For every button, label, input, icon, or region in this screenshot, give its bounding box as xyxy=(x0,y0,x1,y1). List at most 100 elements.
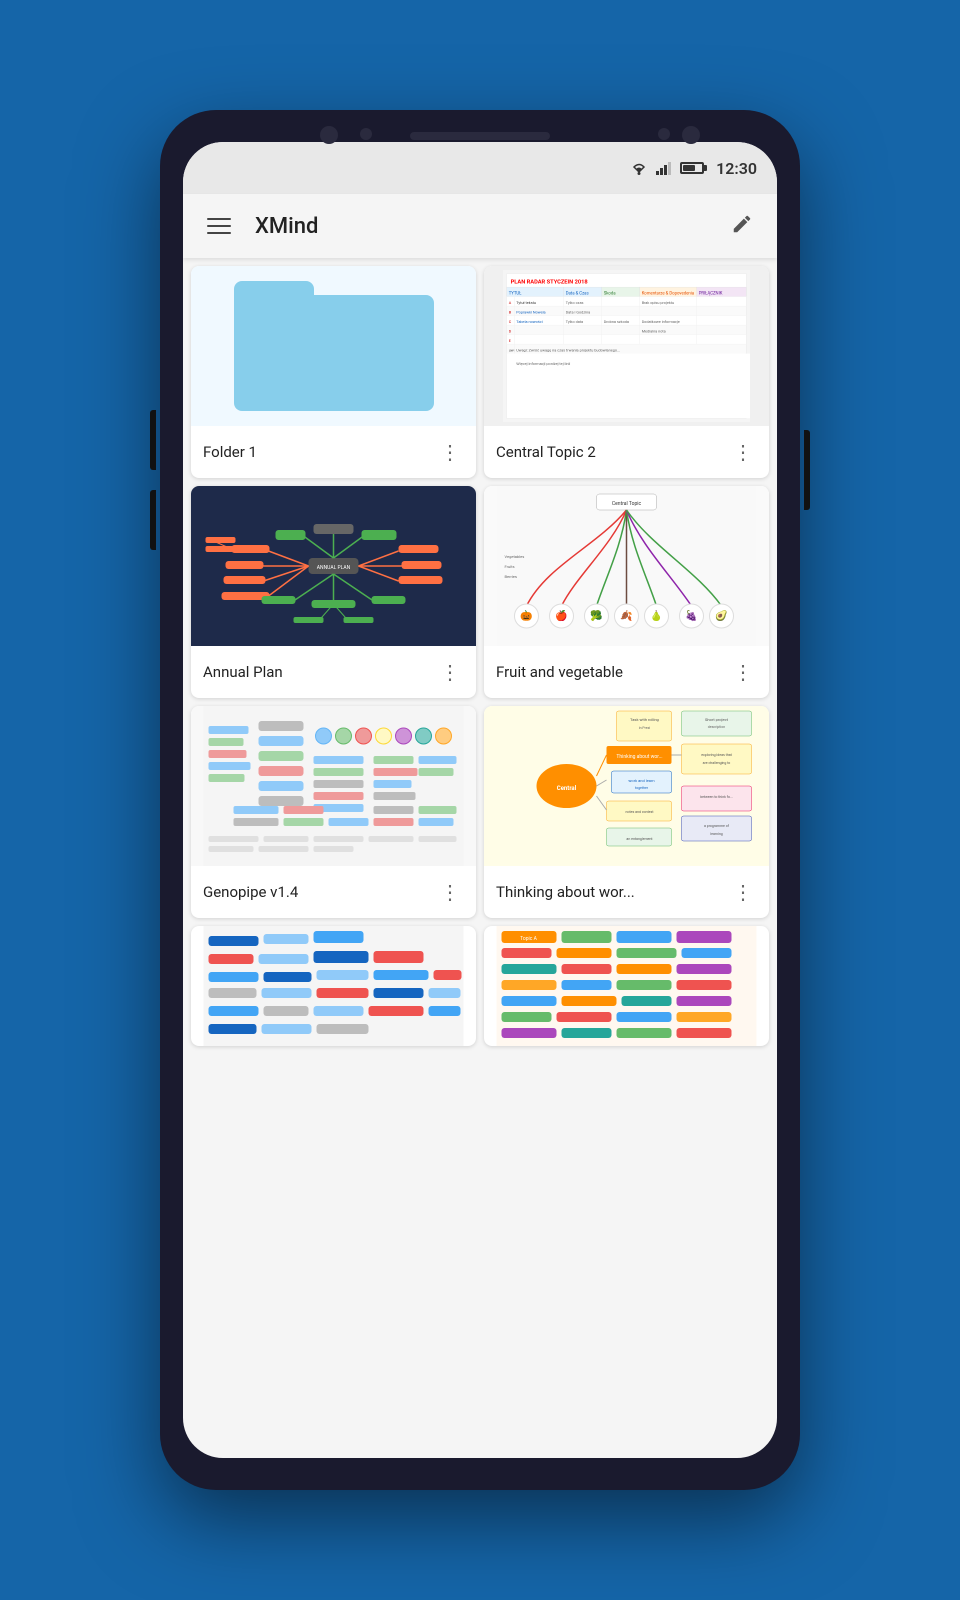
svg-text:an entanglement: an entanglement xyxy=(626,837,653,841)
app-bar: XMind xyxy=(183,194,777,258)
svg-text:🍇: 🍇 xyxy=(685,609,697,622)
card-thinking-about[interactable]: Central Task with rolling in Prezi Short… xyxy=(484,706,769,918)
more-options-button[interactable]: ⋮ xyxy=(729,878,757,906)
svg-text:🥑: 🥑 xyxy=(715,609,728,622)
svg-text:Tytuł tekstu: Tytuł tekstu xyxy=(516,300,536,305)
folder-icon xyxy=(234,281,434,411)
svg-text:PRIŁĄCZNIK: PRIŁĄCZNIK xyxy=(699,292,723,297)
fruit-svg: Central Topic xyxy=(484,486,769,646)
svg-text:work and learn: work and learn xyxy=(628,778,654,783)
edit-button[interactable] xyxy=(723,205,761,248)
card-footer: Annual Plan ⋮ xyxy=(191,646,476,698)
file-grid: Folder 1 ⋮ PLAN RADAR STYCZEIN 2018 xyxy=(183,258,777,1458)
annual-plan-thumbnail: ANNUAL PLAN xyxy=(191,486,476,646)
svg-text:TYTUŁ: TYTUŁ xyxy=(509,292,522,297)
svg-text:Medialna nota: Medialna nota xyxy=(642,329,666,334)
partial-left-svg xyxy=(191,926,476,1046)
svg-text:Topic A: Topic A xyxy=(520,936,537,942)
card-title: Fruit and vegetable xyxy=(496,663,623,681)
card-central-topic[interactable]: PLAN RADAR STYCZEIN 2018 TYTUŁ Data & Cz… xyxy=(484,266,769,478)
svg-text:Central Topic: Central Topic xyxy=(612,501,642,507)
wifi-icon xyxy=(630,161,648,175)
svg-text:are challenging to: are challenging to xyxy=(703,761,731,765)
card-footer: Fruit and vegetable ⋮ xyxy=(484,646,769,698)
card-title: Genopipe v1.4 xyxy=(203,883,298,901)
hamburger-menu-button[interactable] xyxy=(199,210,239,242)
svg-text:Vegetables: Vegetables xyxy=(505,554,525,559)
battery-icon xyxy=(680,162,704,174)
camera-dot xyxy=(682,126,700,144)
status-time: 12:30 xyxy=(716,159,757,178)
svg-text:Berries: Berries xyxy=(505,574,517,579)
svg-text:ANNUAL PLAN: ANNUAL PLAN xyxy=(317,565,351,571)
partial-right-svg: Topic A xyxy=(484,926,769,1046)
svg-text:between to think fo...: between to think fo... xyxy=(700,795,733,799)
camera-sensor xyxy=(320,126,338,144)
card-title: Folder 1 xyxy=(203,443,257,461)
card-partial-right[interactable]: Topic A xyxy=(484,926,769,1046)
speaker-left xyxy=(360,128,372,140)
phone-screen: 12:30 XMind xyxy=(183,142,777,1458)
spreadsheet-svg: PLAN RADAR STYCZEIN 2018 TYTUŁ Data & Cz… xyxy=(488,270,765,422)
svg-text:Central: Central xyxy=(557,785,577,792)
more-options-button[interactable]: ⋮ xyxy=(436,878,464,906)
svg-text:Poprawki Nowela: Poprawki Nowela xyxy=(516,310,545,315)
svg-text:Data i Godzina: Data i Godzina xyxy=(566,310,591,315)
card-fruit-vegetable[interactable]: Central Topic xyxy=(484,486,769,698)
svg-text:Short project: Short project xyxy=(705,717,729,722)
svg-text:description: description xyxy=(708,725,725,729)
svg-text:Tabela nowości: Tabela nowości xyxy=(516,319,542,324)
svg-text:exploring ideas that: exploring ideas that xyxy=(701,753,732,757)
partial-right-thumbnail: Topic A xyxy=(484,926,769,1046)
card-folder1[interactable]: Folder 1 ⋮ xyxy=(191,266,476,478)
card-genopipe[interactable]: Genopipe v1.4 ⋮ xyxy=(191,706,476,918)
svg-text:Task with rolling: Task with rolling xyxy=(630,717,659,722)
annual-plan-svg: ANNUAL PLAN xyxy=(191,486,476,646)
card-annual-plan[interactable]: ANNUAL PLAN xyxy=(191,486,476,698)
svg-text:Tylko data: Tylko data xyxy=(566,319,583,324)
app-title: XMind xyxy=(255,214,723,239)
thinking-svg: Central Task with rolling in Prezi Short… xyxy=(484,706,769,866)
phone-device: 12:30 XMind xyxy=(160,110,800,1490)
svg-text:🍂: 🍂 xyxy=(620,609,632,622)
svg-text:Komentarze & Dopovedenia: Komentarze & Dopovedenia xyxy=(642,292,695,297)
svg-text:Brak opisu projektu: Brak opisu projektu xyxy=(642,300,674,305)
svg-text:notes and context: notes and context xyxy=(626,810,655,814)
svg-text:together: together xyxy=(635,786,649,790)
more-options-button[interactable]: ⋮ xyxy=(729,658,757,686)
svg-text:🎃: 🎃 xyxy=(520,609,533,622)
card-footer: Thinking about wor... ⋮ xyxy=(484,866,769,918)
spreadsheet-thumbnail: PLAN RADAR STYCZEIN 2018 TYTUŁ Data & Cz… xyxy=(484,266,769,426)
genopipe-thumbnail xyxy=(191,706,476,866)
svg-text:Uwagi: Zwróć uwagę na czas trw: Uwagi: Zwróć uwagę na czas trwania proje… xyxy=(516,348,620,353)
more-options-button[interactable]: ⋮ xyxy=(436,658,464,686)
partial-left-thumbnail xyxy=(191,926,476,1046)
svg-text:PLAN RADAR STYCZEIN 2018: PLAN RADAR STYCZEIN 2018 xyxy=(511,279,588,285)
thinking-thumbnail: Central Task with rolling in Prezi Short… xyxy=(484,706,769,866)
card-title: Annual Plan xyxy=(203,663,283,681)
svg-text:Więcej informacji poniżej tej: Więcej informacji poniżej tej linii xyxy=(516,361,570,366)
card-partial-left[interactable] xyxy=(191,926,476,1046)
fruit-thumbnail: Central Topic xyxy=(484,486,769,646)
power-button xyxy=(804,430,810,510)
svg-text:in Prezi: in Prezi xyxy=(639,726,651,730)
volume-up-button xyxy=(150,410,156,470)
svg-text:Drobna szkoda: Drobna szkoda xyxy=(604,319,629,324)
svg-text:learning: learning xyxy=(710,832,723,836)
genopipe-svg xyxy=(191,706,476,866)
status-bar: 12:30 xyxy=(183,142,777,194)
more-options-button[interactable]: ⋮ xyxy=(729,438,757,466)
card-footer: Genopipe v1.4 ⋮ xyxy=(191,866,476,918)
svg-text:Data & Czas: Data & Czas xyxy=(566,292,589,297)
svg-text:a programme of: a programme of xyxy=(704,824,730,828)
svg-text:🍐: 🍐 xyxy=(650,609,662,622)
folder-thumbnail xyxy=(191,266,476,426)
svg-text:Fruits: Fruits xyxy=(505,564,515,569)
signal-icon xyxy=(656,161,672,175)
svg-text:Dodatkowe informacje: Dodatkowe informacje xyxy=(642,319,680,324)
svg-text:🥦: 🥦 xyxy=(590,609,602,622)
speaker-right xyxy=(658,128,670,140)
svg-text:Skoda: Skoda xyxy=(604,292,617,297)
card-title: Central Topic 2 xyxy=(496,443,596,461)
more-options-button[interactable]: ⋮ xyxy=(436,438,464,466)
